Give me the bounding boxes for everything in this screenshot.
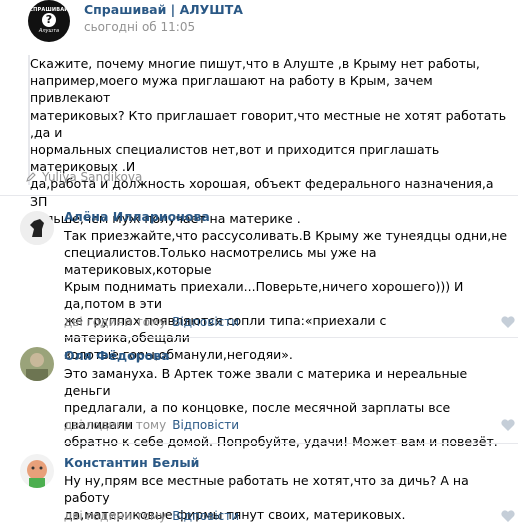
like-icon[interactable] — [500, 315, 516, 329]
post-author-name[interactable]: Yuliya Sandikova — [42, 170, 142, 184]
like-icon[interactable] — [500, 418, 516, 432]
comment-meta: дві години тому Відповісти — [64, 315, 239, 329]
comment-time[interactable]: дві години тому — [64, 315, 166, 329]
comment-author[interactable]: Константин Белый — [64, 455, 199, 470]
comment-text: Это замануха. В Артек тоже звали с матер… — [64, 366, 498, 449]
post-header: СПРАШИВАЙ ? Алушта Спрашивай | АЛУШТА сь… — [28, 0, 508, 44]
pen-icon — [26, 172, 36, 182]
avatar[interactable] — [20, 347, 54, 381]
comment-author[interactable]: Оля Фёдорова — [64, 348, 170, 363]
post-divider — [0, 195, 518, 196]
comment-meta: дві години тому Відповісти — [64, 509, 239, 523]
comment-separator — [64, 337, 518, 338]
avatar[interactable] — [20, 454, 54, 488]
post-author[interactable]: Yuliya Sandikova — [26, 170, 142, 184]
group-avatar[interactable]: СПРАШИВАЙ ? Алушта — [28, 0, 70, 42]
comment-time[interactable]: дві години тому — [64, 418, 166, 432]
avatar-image-icon — [20, 347, 54, 381]
reply-button[interactable]: Відповісти — [172, 509, 239, 523]
question-mark-icon: ? — [42, 13, 56, 27]
group-name-link[interactable]: Спрашивай | АЛУШТА — [84, 2, 243, 17]
reply-button[interactable]: Відповісти — [172, 315, 239, 329]
comment-time[interactable]: дві години тому — [64, 509, 166, 523]
avatar-image-icon — [20, 211, 54, 245]
comment-separator — [64, 443, 518, 444]
post-timestamp[interactable]: сьогодні об 11:05 — [84, 20, 195, 34]
group-avatar-bottom-text: Алушта — [38, 28, 60, 34]
avatar[interactable] — [20, 211, 54, 245]
post-text: Скажите, почему многие пишут,что в Алушт… — [30, 55, 512, 227]
post-text-paragraph: Скажите, почему многие пишут,что в Алушт… — [30, 56, 507, 226]
reply-button[interactable]: Відповісти — [172, 418, 239, 432]
comment-meta: дві години тому Відповісти — [64, 418, 239, 432]
comment-author[interactable]: Алёна Илларионова — [64, 209, 210, 224]
avatar-image-icon — [20, 454, 54, 488]
comment-text: Так приезжайте,что рассусоливать.В Крыму… — [64, 228, 508, 362]
like-icon[interactable] — [500, 509, 516, 523]
